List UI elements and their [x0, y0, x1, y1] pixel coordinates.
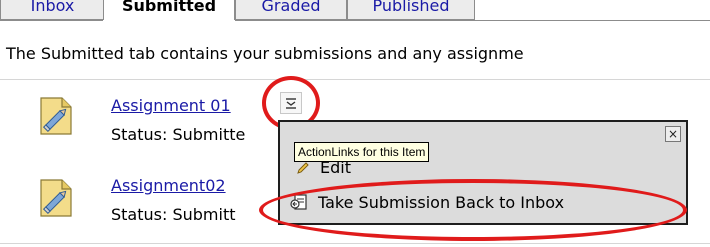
tab-graded[interactable]: Graded [235, 0, 347, 20]
tab-inbox[interactable]: Inbox [0, 0, 105, 20]
assignment-02-link[interactable]: Assignment02 [111, 176, 226, 195]
assignment-02-status: Status: Submitt [111, 205, 236, 224]
pencil-icon [297, 161, 309, 174]
document-pen-icon [38, 178, 74, 218]
tab-submitted[interactable]: Submitted [103, 0, 235, 21]
tab-published[interactable]: Published [347, 0, 475, 20]
list-divider [0, 79, 710, 80]
active-tab-gap [103, 20, 235, 21]
list-divider-bottom [0, 243, 710, 244]
assignment-01-link[interactable]: Assignment 01 [111, 96, 231, 115]
assignment-01-status: Status: Submitte [111, 125, 246, 144]
tab-description: The Submitted tab contains your submissi… [6, 44, 524, 63]
document-pen-icon [38, 96, 74, 136]
close-icon[interactable]: × [665, 126, 681, 142]
action-links-tooltip: ActionLinks for this Item [294, 142, 430, 162]
tab-bar: Inbox Submitted Graded Published [0, 0, 710, 34]
annotation-circle-take-back [259, 179, 687, 241]
